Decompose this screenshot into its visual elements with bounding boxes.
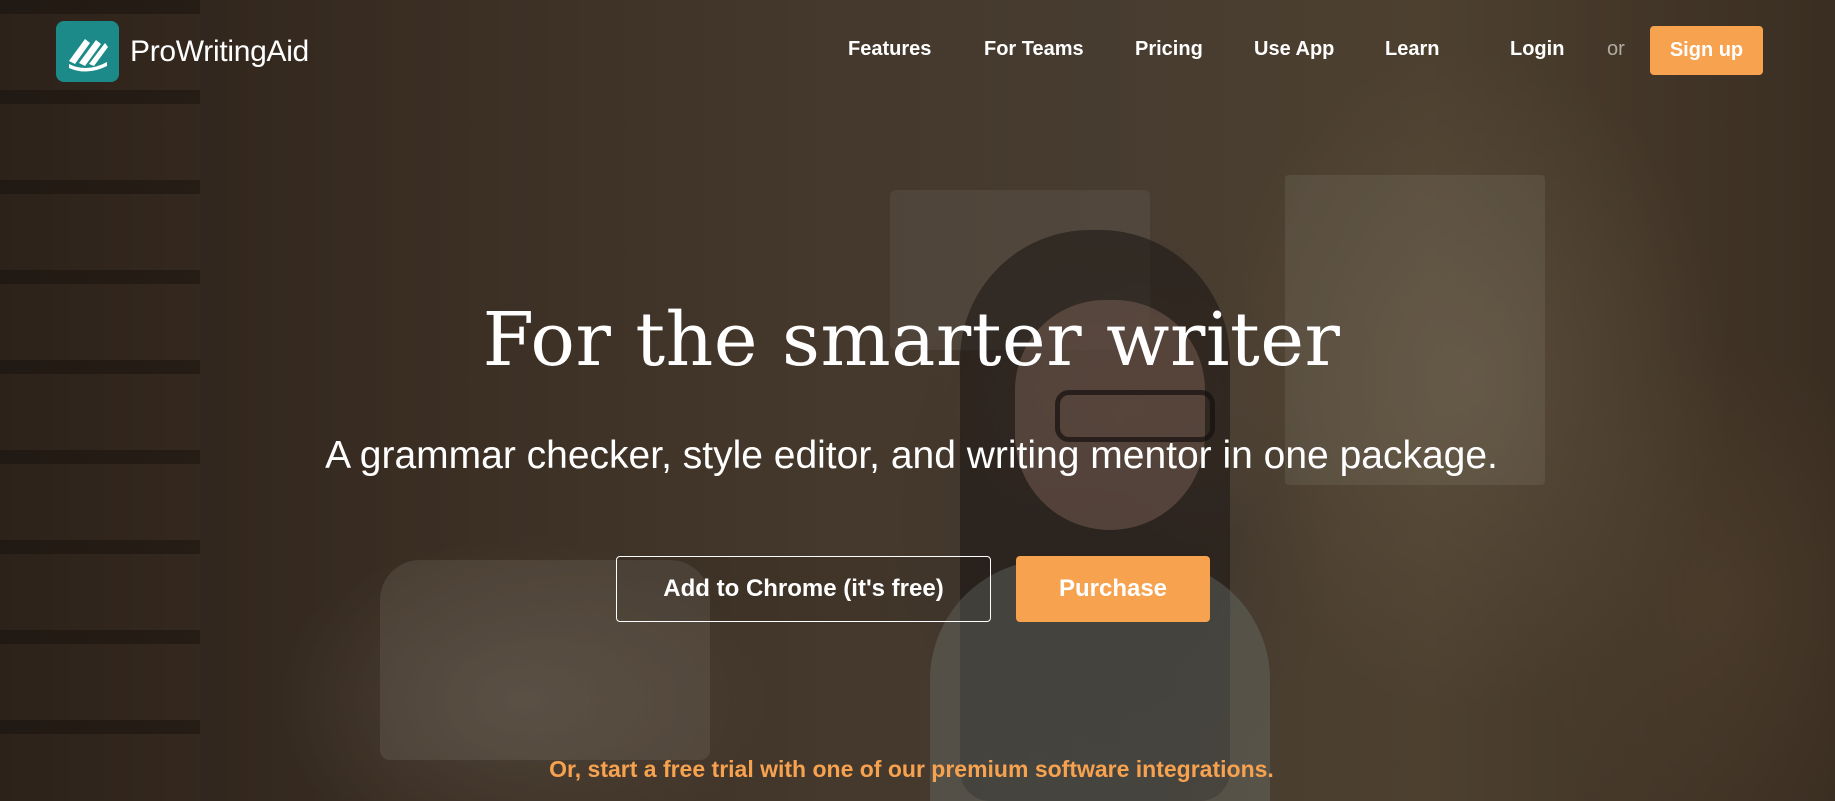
hero-subheadline: A grammar checker, style editor, and wri… bbox=[325, 434, 1498, 477]
nav-item-learn[interactable]: Learn bbox=[1385, 38, 1439, 61]
nav-item-features[interactable]: Features bbox=[848, 38, 931, 61]
purchase-button[interactable]: Purchase bbox=[1016, 556, 1210, 622]
add-to-chrome-button[interactable]: Add to Chrome (it's free) bbox=[616, 556, 991, 622]
hero-content: For the smarter writer A grammar checker… bbox=[0, 0, 1835, 801]
brand-name: ProWritingAid bbox=[130, 34, 309, 68]
brand-logo[interactable]: ProWritingAid bbox=[56, 21, 309, 82]
quill-logo-icon bbox=[56, 21, 119, 82]
top-navbar: ProWritingAid Features For Teams Pricing… bbox=[0, 0, 1835, 100]
login-signup-separator: or bbox=[1607, 38, 1625, 60]
nav-item-for-teams[interactable]: For Teams bbox=[984, 38, 1084, 61]
signup-button[interactable]: Sign up bbox=[1650, 26, 1763, 75]
nav-item-use-app[interactable]: Use App bbox=[1254, 38, 1334, 61]
free-trial-link[interactable]: Or, start a free trial with one of our p… bbox=[0, 756, 1823, 783]
nav-item-pricing[interactable]: Pricing bbox=[1135, 38, 1203, 61]
hero-headline: For the smarter writer bbox=[482, 297, 1341, 383]
login-link[interactable]: Login bbox=[1510, 38, 1564, 61]
